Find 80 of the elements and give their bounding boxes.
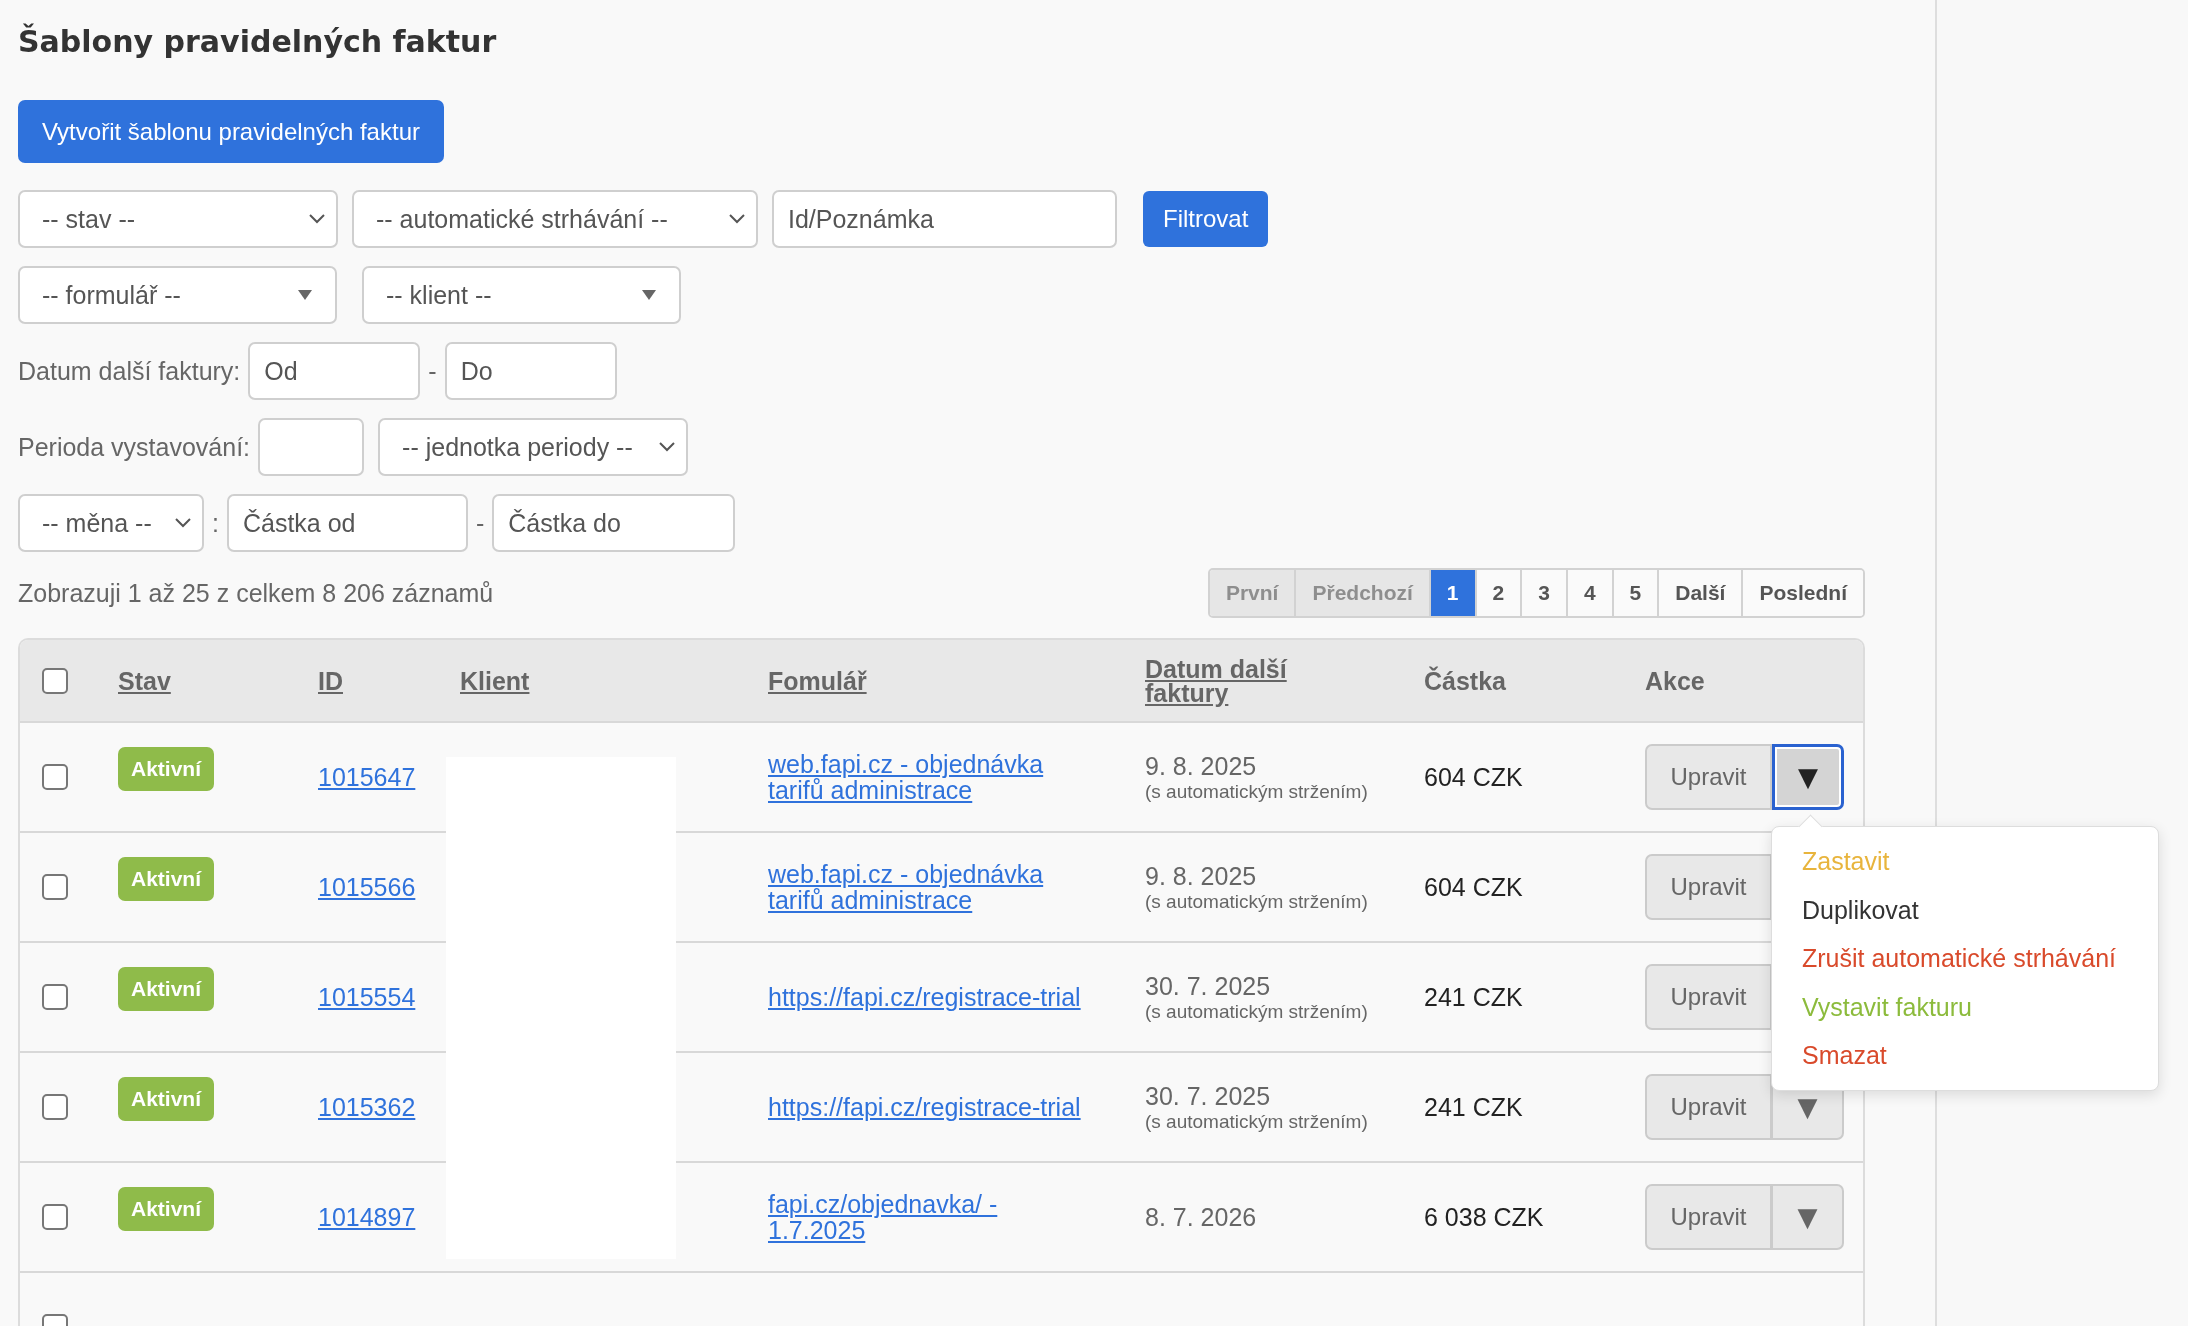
id-link[interactable]: 1014897 [318, 1204, 416, 1230]
id-link[interactable]: 1015554 [318, 984, 416, 1010]
filter-label: Datum další faktury: [18, 356, 241, 386]
filter-button[interactable]: Filtrovat [1143, 191, 1269, 247]
date-text: 30. 7. 2025 [1145, 971, 1271, 1001]
chevron-down-icon [658, 441, 677, 453]
column-header[interactable]: Klient [460, 668, 530, 693]
edit-button[interactable]: Upravit [1645, 964, 1772, 1030]
date-text: 9. 8. 2025 [1145, 861, 1257, 891]
filter-field[interactable]: Id/Poznámka [772, 190, 1117, 248]
form-link[interactable]: web.fapi.cz - objednávka tarifů administrace [768, 751, 1098, 803]
separator-text: : [212, 508, 219, 538]
date-note: (s automatickým stržením) [1145, 1110, 1368, 1133]
form-link[interactable]: web.fapi.cz - objednávka tarifů administrace [768, 861, 1098, 913]
filter-field[interactable] [258, 418, 365, 476]
amount-text: 241 CZK [1424, 982, 1523, 1012]
amount-text: 604 CZK [1424, 872, 1523, 902]
row-checkbox[interactable] [42, 764, 68, 790]
filter-select[interactable]: -- formulář -- [18, 266, 337, 324]
form-link[interactable]: https://fapi.cz/registrace-trial [768, 984, 1081, 1010]
select-all-checkbox[interactable] [42, 667, 68, 694]
form-link[interactable]: fapi.cz/objednavka/ - 1.7.2025 [768, 1191, 1098, 1243]
date-text: 8. 7. 2026 [1145, 1202, 1257, 1232]
record-count: Zobrazuji 1 až 25 z celkem 8 206 záznamů [18, 578, 494, 608]
status-badge: Aktivní [118, 747, 214, 791]
filter-field[interactable]: Od [248, 342, 421, 400]
id-link[interactable]: 1015566 [318, 874, 416, 900]
column-header[interactable]: Datum další faktury [1145, 656, 1315, 705]
dropdown-toggle[interactable]: ▼ [1772, 1184, 1844, 1250]
amount-text: 604 CZK [1424, 762, 1523, 792]
status-badge: Aktivní [118, 857, 214, 901]
amount-text: 6 038 CZK [1424, 1202, 1544, 1232]
row-checkbox[interactable] [42, 1204, 68, 1230]
date-note: (s automatickým stržením) [1145, 780, 1368, 803]
filter-select[interactable]: -- stav -- [18, 190, 338, 248]
row-checkbox[interactable] [42, 1094, 68, 1120]
amount-text: 241 CZK [1424, 1092, 1523, 1122]
status-badge: Aktivní [118, 967, 214, 1011]
separator-text: - [475, 508, 485, 538]
filter-label: Perioda vystavování: [18, 432, 251, 462]
id-link[interactable]: 1015362 [318, 1094, 416, 1120]
date-note: (s automatickým stržením) [1145, 1000, 1368, 1023]
filter-field[interactable]: Částka do [492, 494, 736, 552]
chevron-down-icon [308, 213, 326, 225]
date-text: 9. 8. 2025 [1145, 751, 1257, 781]
menu-item[interactable]: Zrušit automatické strhávání [1772, 934, 2146, 983]
pagination-button[interactable]: 1 [1428, 570, 1475, 616]
filter-select[interactable]: -- klient -- [362, 266, 681, 324]
column-header[interactable]: Fomulář [768, 668, 867, 693]
column-header[interactable]: ID [318, 668, 343, 693]
filter-field[interactable]: Do [444, 342, 617, 400]
filter-field[interactable]: Částka od [226, 494, 468, 552]
separator-text: - [428, 356, 437, 386]
row-checkbox[interactable] [42, 874, 68, 900]
date-text: 30. 7. 2025 [1145, 1081, 1271, 1111]
column-header: Částka [1424, 668, 1506, 693]
caret-down-icon [297, 289, 313, 301]
status-badge: Aktivní [118, 1077, 214, 1121]
page-title: Šablony pravidelných faktur [18, 22, 497, 61]
form-link[interactable]: https://fapi.cz/registrace-trial [768, 1094, 1081, 1120]
create-template-button[interactable]: Vytvořit šablonu pravidelných faktur [18, 100, 444, 163]
dropdown-toggle[interactable]: ▼ [1772, 744, 1844, 810]
row-checkbox[interactable] [42, 984, 68, 1010]
pagination-button[interactable]: Poslední [1741, 570, 1863, 616]
caret-down-icon [641, 289, 657, 301]
filter-select[interactable]: -- automatické strhávání -- [352, 190, 758, 248]
edit-button[interactable]: Upravit [1645, 1184, 1772, 1250]
date-note: (s automatickým stržením) [1145, 890, 1368, 913]
chevron-down-icon [728, 213, 746, 225]
menu-item[interactable]: Duplikovat [1772, 885, 1949, 934]
edit-button[interactable]: Upravit [1645, 1074, 1772, 1140]
chevron-down-icon [174, 517, 192, 529]
id-link[interactable]: 1015647 [318, 764, 416, 790]
status-badge: Aktivní [118, 1187, 214, 1231]
edit-button[interactable]: Upravit [1645, 744, 1772, 810]
edit-button[interactable]: Upravit [1645, 854, 1772, 920]
column-header: Akce [1645, 668, 1705, 693]
filter-select[interactable]: -- jednotka periody -- [378, 418, 689, 476]
column-header[interactable]: Stav [118, 668, 171, 693]
filter-select[interactable]: -- měna -- [18, 494, 204, 552]
